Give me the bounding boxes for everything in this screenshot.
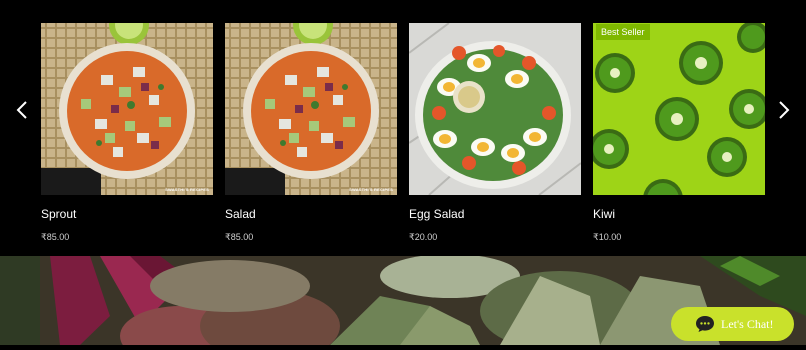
product-name[interactable]: Sprout [41, 207, 213, 221]
product-name[interactable]: Salad [225, 207, 397, 221]
product-price: ₹85.00 [41, 232, 70, 242]
carousel-prev-button[interactable] [10, 92, 34, 128]
chat-bubble-icon [696, 316, 714, 332]
product-price: ₹10.00 [593, 232, 622, 242]
image-watermark: SWASTHI'S RECIPES [165, 187, 209, 192]
best-seller-ribbon: Best Seller [596, 24, 650, 40]
product-image-sprout[interactable]: SWASTHI'S RECIPES [41, 23, 213, 195]
product-image-kiwi[interactable]: Best Seller [593, 23, 765, 195]
product-name[interactable]: Egg Salad [409, 207, 581, 221]
product-carousel: SWASTHI'S RECIPES Sprout ₹85.00 SWASTHI'… [0, 0, 806, 256]
chevron-right-icon [779, 101, 790, 119]
product-image-egg-salad[interactable] [409, 23, 581, 195]
product-card-salad[interactable]: SWASTHI'S RECIPES Salad ₹85.00 [225, 23, 397, 243]
product-name[interactable]: Kiwi [593, 207, 765, 221]
product-price: ₹85.00 [225, 232, 254, 242]
product-card-egg-salad[interactable]: Egg Salad ₹20.00 [409, 23, 581, 243]
product-price: ₹20.00 [409, 232, 438, 242]
chat-label: Let's Chat! [721, 316, 774, 331]
chat-widget-button[interactable]: Let's Chat! [671, 307, 794, 341]
product-image-salad[interactable]: SWASTHI'S RECIPES [225, 23, 397, 195]
image-watermark: SWASTHI'S RECIPES [349, 187, 393, 192]
carousel-next-button[interactable] [772, 92, 796, 128]
chevron-left-icon [16, 101, 27, 119]
product-card-sprout[interactable]: SWASTHI'S RECIPES Sprout ₹85.00 [41, 23, 213, 243]
product-card-kiwi[interactable]: Best Seller Kiwi ₹10.00 [593, 23, 765, 243]
